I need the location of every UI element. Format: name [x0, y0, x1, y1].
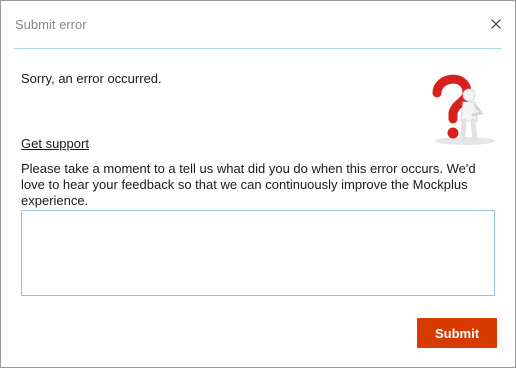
dialog-title: Submit error [15, 17, 87, 32]
get-support-link[interactable]: Get support [21, 136, 89, 151]
error-message: Sorry, an error occurred. [21, 71, 162, 86]
feedback-description: Please take a moment to a tell us what d… [21, 161, 476, 208]
submit-button[interactable]: Submit [417, 318, 497, 348]
feedback-textarea[interactable] [21, 210, 495, 296]
question-mark-figure-icon [417, 69, 497, 147]
title-divider [14, 48, 502, 49]
close-icon[interactable] [487, 15, 505, 33]
dialog-titlebar: Submit error [1, 1, 515, 47]
submit-error-dialog: Submit error Sorry, an error occurred. G… [0, 0, 516, 368]
